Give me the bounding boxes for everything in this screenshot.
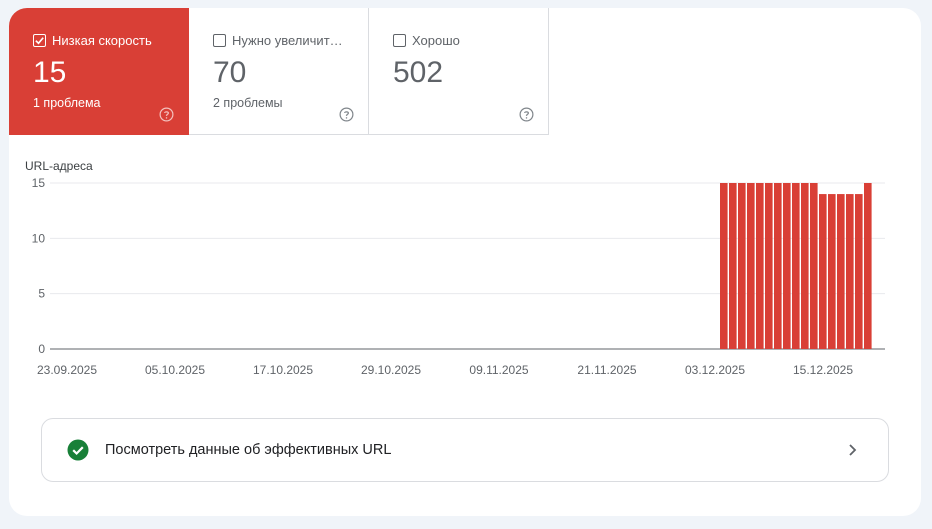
- tab-needs-improvement-count: 70: [213, 56, 247, 89]
- check-circle-icon: [67, 439, 89, 461]
- tab-good[interactable]: Хорошо 502: [369, 8, 549, 135]
- good-urls-link[interactable]: Посмотреть данные об эффективных URL: [41, 418, 889, 482]
- report-card: Низкая скорость 15 1 проблема Нужно увел…: [9, 8, 921, 516]
- chart-bar: [729, 183, 737, 349]
- help-icon[interactable]: [519, 107, 534, 122]
- chart-bar: [720, 183, 728, 349]
- y-tick-label: 15: [32, 176, 46, 190]
- chart-bar: [801, 183, 809, 349]
- tab-poor-label: Низкая скорость: [52, 33, 152, 48]
- chevron-right-icon: [849, 444, 857, 456]
- chart-bar: [765, 183, 773, 349]
- x-tick-label: 03.12.2025: [685, 363, 745, 377]
- y-tick-label: 0: [38, 342, 45, 356]
- y-tick-label: 5: [38, 287, 45, 301]
- status-tabs: Низкая скорость 15 1 проблема Нужно увел…: [9, 8, 549, 135]
- chart-bar: [792, 183, 800, 349]
- url-chart: URL-адреса 0 5 10 15 23.09.2025 05.10.2025 17.1…: [9, 156, 921, 386]
- checkbox-checked-icon[interactable]: [33, 34, 46, 47]
- x-tick-label: 23.09.2025: [37, 363, 97, 377]
- x-tick-label: 15.12.2025: [793, 363, 853, 377]
- chart-bar: [846, 194, 854, 349]
- checkbox-unchecked-icon[interactable]: [393, 34, 406, 47]
- tab-good-label: Хорошо: [412, 33, 460, 48]
- tab-good-count: 502: [393, 56, 444, 89]
- y-tick-label: 10: [32, 231, 46, 245]
- tab-needs-improvement-label: Нужно увеличит…: [232, 33, 343, 48]
- tab-poor[interactable]: Низкая скорость 15 1 проблема: [9, 8, 189, 135]
- chart-bar: [837, 194, 845, 349]
- tab-poor-count: 15: [33, 56, 67, 89]
- x-tick-label: 05.10.2025: [145, 363, 205, 377]
- y-axis-title: URL-адреса: [25, 159, 93, 173]
- chart-bar: [810, 183, 818, 349]
- chart-bar: [783, 183, 791, 349]
- x-tick-label: 17.10.2025: [253, 363, 313, 377]
- tab-needs-improvement[interactable]: Нужно увеличит… 70 2 проблемы: [189, 8, 369, 135]
- tab-needs-improvement-issues: 2 проблемы: [213, 96, 283, 110]
- chart-bar: [747, 183, 755, 349]
- chart-bar: [738, 183, 746, 349]
- checkbox-unchecked-icon[interactable]: [213, 34, 226, 47]
- chart-bar: [864, 183, 872, 349]
- chart-bar: [774, 183, 782, 349]
- help-icon[interactable]: [339, 107, 354, 122]
- help-icon[interactable]: [159, 107, 174, 122]
- chart-bar: [756, 183, 764, 349]
- chart-bar: [819, 194, 827, 349]
- tab-poor-issues: 1 проблема: [33, 96, 101, 110]
- chart-svg: URL-адреса 0 5 10 15 23.09.2025 05.10.2025 17.1…: [25, 159, 885, 377]
- chart-bar: [855, 194, 863, 349]
- x-tick-label: 29.10.2025: [361, 363, 421, 377]
- tab-needs-improvement-header: Нужно увеличит…: [213, 33, 343, 48]
- good-urls-link-label: Посмотреть данные об эффективных URL: [105, 442, 392, 458]
- chart-bar: [828, 194, 836, 349]
- tab-good-header: Хорошо: [393, 33, 460, 48]
- tab-poor-header: Низкая скорость: [33, 33, 152, 48]
- x-tick-label: 21.11.2025: [577, 363, 636, 377]
- x-tick-label: 09.11.2025: [469, 363, 528, 377]
